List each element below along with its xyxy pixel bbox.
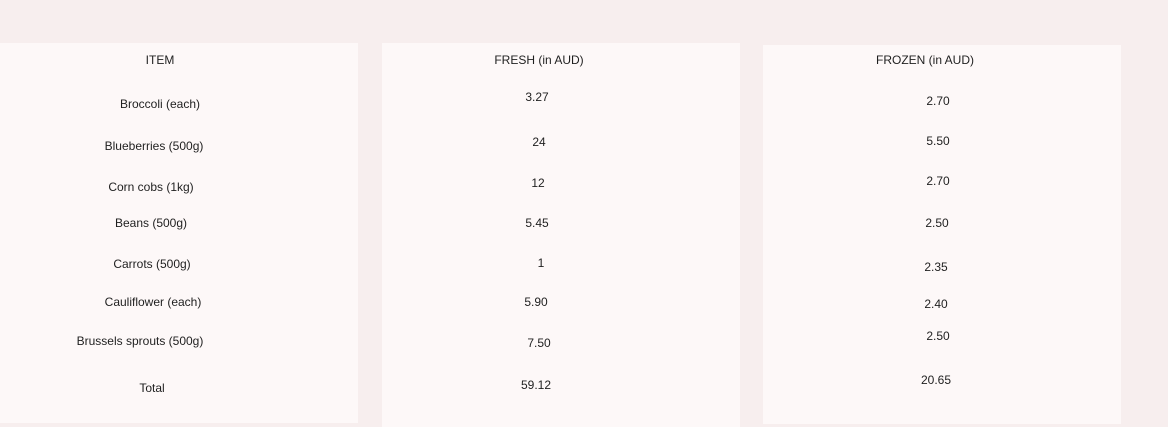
- frozen-price-cell: 5.50: [926, 134, 950, 148]
- fresh-price-cell: 7.50: [527, 336, 551, 350]
- item-cell: Corn cobs (1kg): [108, 180, 194, 194]
- item-column: ITEM Broccoli (each) Blueberries (500g) …: [0, 43, 358, 423]
- fresh-price-cell: 5.45: [525, 216, 549, 230]
- item-cell: Carrots (500g): [113, 257, 191, 271]
- frozen-price-cell: 2.50: [925, 216, 949, 230]
- fresh-price-cell: 5.90: [524, 295, 548, 309]
- frozen-column: FROZEN (in AUD) 2.70 5.50 2.70 2.50 2.35…: [763, 45, 1121, 424]
- fresh-price-cell: 24: [532, 135, 546, 149]
- frozen-price-cell: 2.35: [924, 260, 948, 274]
- fresh-column: FRESH (in AUD) 3.27 24 12 5.45 1 5.90 7.…: [382, 43, 740, 427]
- fresh-price-cell: 1: [537, 256, 545, 270]
- item-column-header: ITEM: [145, 53, 175, 67]
- item-cell: Brussels sprouts (500g): [76, 334, 204, 348]
- frozen-price-cell: 2.50: [926, 329, 950, 343]
- item-cell: Broccoli (each): [119, 97, 201, 111]
- frozen-price-cell: 2.70: [926, 94, 950, 108]
- item-cell: Blueberries (500g): [104, 139, 204, 153]
- fresh-price-cell: 3.27: [525, 90, 549, 104]
- fresh-column-header: FRESH (in AUD): [494, 53, 584, 67]
- frozen-column-header: FROZEN (in AUD): [875, 53, 975, 67]
- item-cell: Cauliflower (each): [104, 295, 202, 309]
- item-cell: Beans (500g): [114, 216, 188, 230]
- frozen-total: 20.65: [920, 373, 952, 387]
- frozen-price-cell: 2.40: [924, 297, 948, 311]
- frozen-price-cell: 2.70: [926, 174, 950, 188]
- total-label: Total: [139, 381, 165, 395]
- fresh-total: 59.12: [520, 378, 552, 392]
- fresh-price-cell: 12: [531, 176, 545, 190]
